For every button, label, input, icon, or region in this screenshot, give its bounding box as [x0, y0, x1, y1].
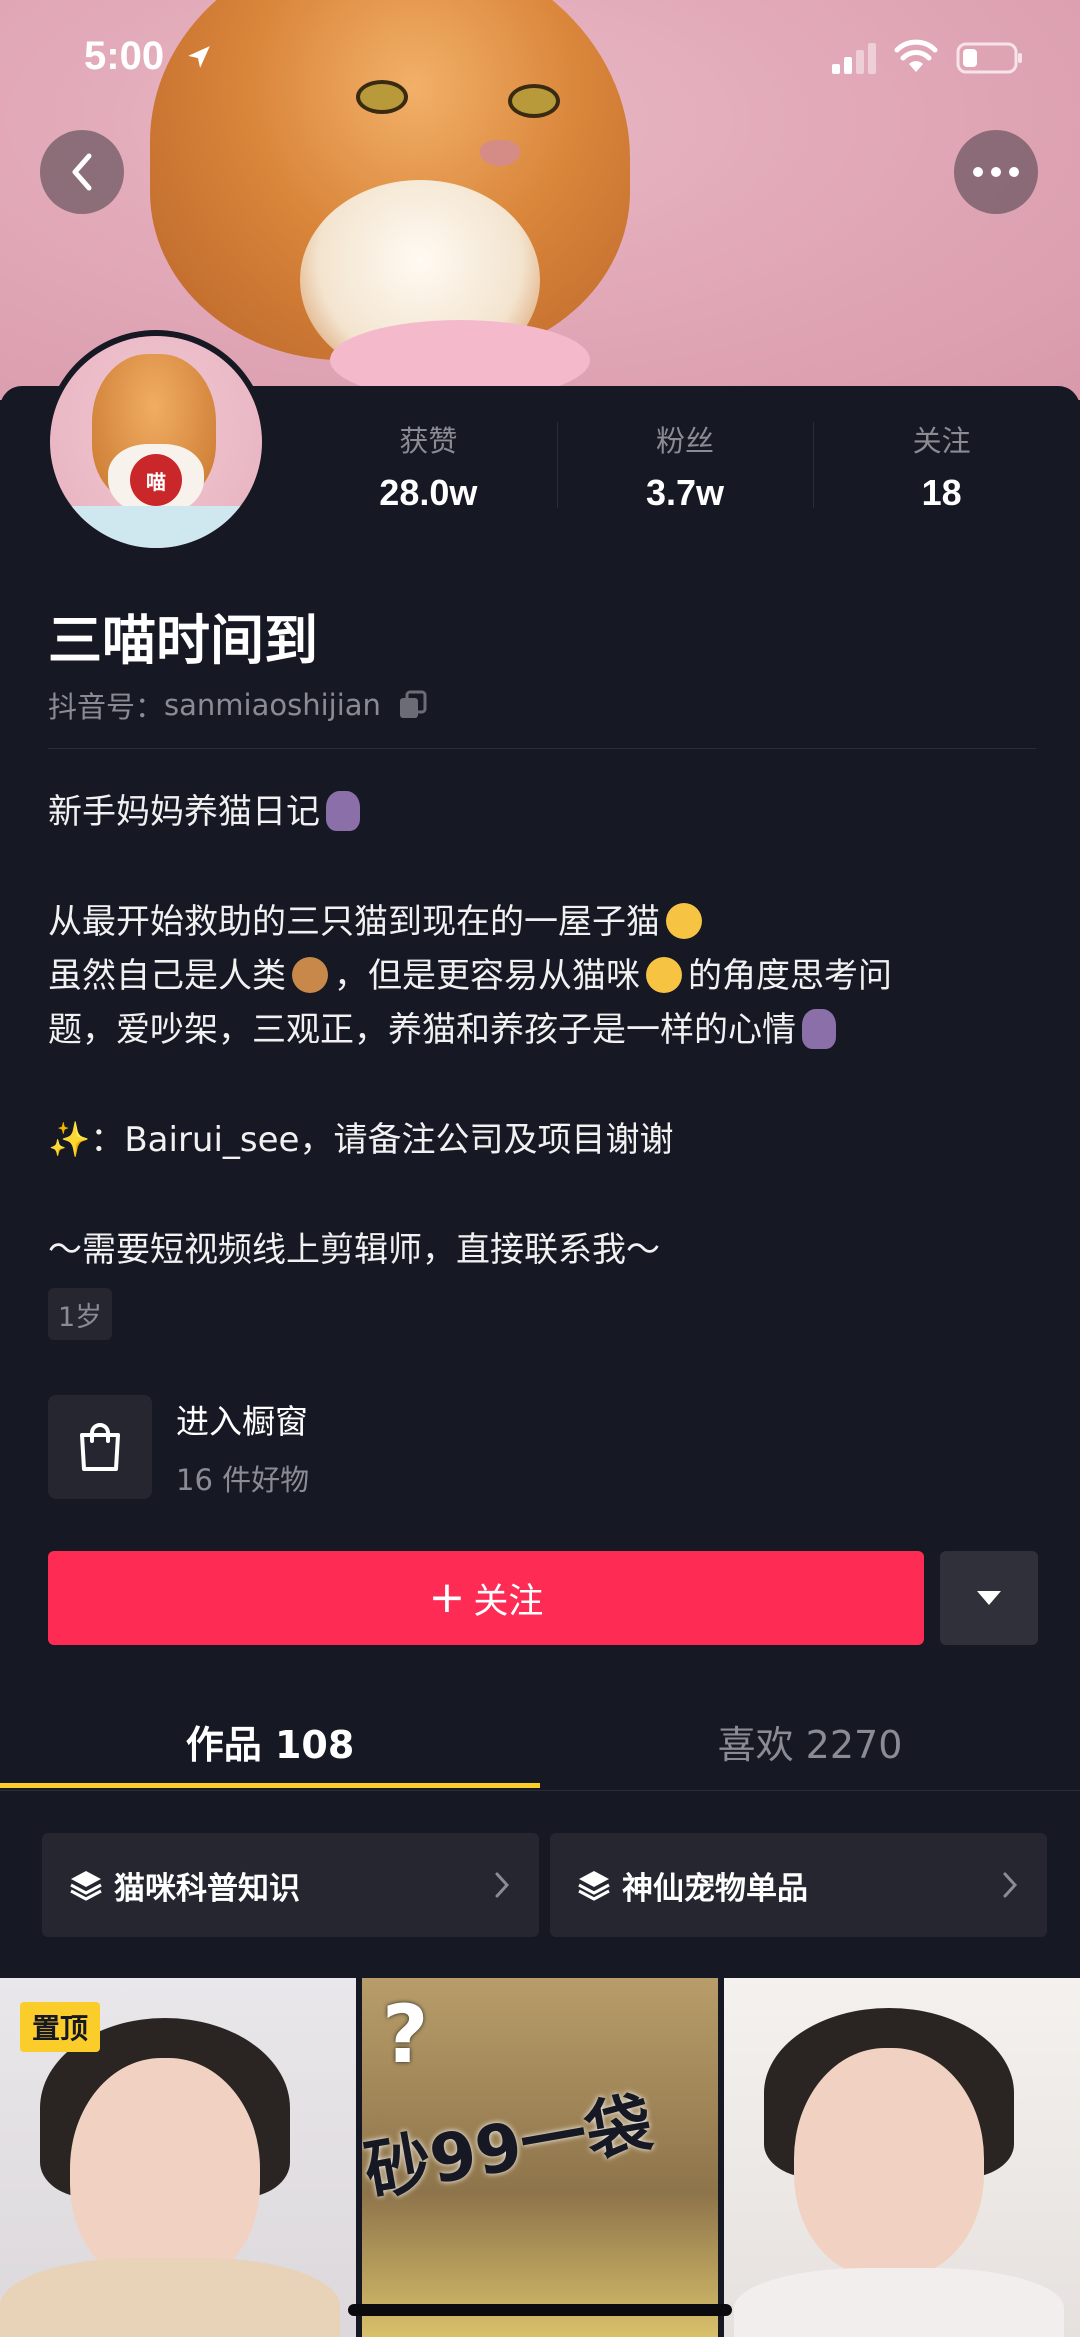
stat-label: 获赞 [399, 424, 458, 458]
plus-icon: + [428, 1572, 466, 1623]
video-grid: 置顶 ? 砂99一袋 [0, 1978, 1080, 2337]
chevron-right-icon [495, 1872, 510, 1898]
stat-label: 关注 [912, 424, 971, 458]
stat-value: 18 [921, 472, 962, 513]
tab-likes[interactable]: 喜欢 2270 [540, 1700, 1080, 1792]
divider [0, 1790, 1080, 1791]
battery-icon [956, 42, 1022, 74]
pinned-badge: 置顶 [20, 2002, 101, 2052]
layers-icon [578, 1871, 610, 1901]
back-button[interactable] [40, 130, 124, 214]
profile-handle: 抖音号： sanmiaoshijian [48, 684, 429, 726]
thumbnail-caption: 砂99一袋 [362, 2084, 658, 2211]
chevron-right-icon [1003, 1872, 1018, 1898]
stat-likes[interactable]: 获赞 28.0w [300, 410, 557, 520]
handle-value: sanmiaoshijian [164, 688, 381, 722]
status-time: 5:00 [84, 34, 165, 78]
sparkles-icon: ✨ [48, 1120, 91, 1160]
avatar-badge: 喵 [130, 454, 182, 506]
copy-icon[interactable] [397, 689, 429, 721]
stat-value: 28.0w [379, 472, 478, 513]
monkey-emoji-icon [292, 957, 328, 993]
collection-label: 神仙宠物单品 [622, 1870, 808, 1907]
tab-works[interactable]: 作品 108 [0, 1700, 540, 1792]
bio-line: ，但是更容易从猫咪 [334, 956, 640, 996]
stat-followers[interactable]: 粉丝 3.7w [556, 410, 814, 520]
age-tag: 1岁 [48, 1288, 113, 1340]
status-bar: 5:00 [0, 0, 1080, 120]
divider [48, 748, 1036, 749]
avatar[interactable]: 喵 [44, 330, 268, 554]
video-thumbnail[interactable]: ? 砂99一袋 [362, 1978, 718, 2337]
layers-icon [70, 1871, 102, 1901]
shop-title: 进入橱窗 [176, 1402, 308, 1441]
person-emoji-icon [326, 791, 360, 831]
collections-row: 猫咪科普知识 神仙宠物单品 [42, 1833, 1047, 1937]
bio-line: 题，爱吵架，三观正，养猫和养孩子是一样的心情 [48, 1010, 796, 1050]
bio-line: 的角度思考问 [688, 956, 892, 996]
stat-value: 3.7w [645, 472, 725, 513]
video-thumbnail[interactable] [724, 1978, 1080, 2337]
thumbnail-mark: ? [382, 1988, 429, 2081]
home-indicator [348, 2304, 732, 2316]
shop-icon-box [48, 1395, 152, 1499]
shop-subtitle: 16 件好物 [176, 1463, 310, 1497]
follow-label: 关注 [473, 1581, 544, 1622]
bio-line: ：Bairui_see，请备注公司及项目谢谢 [90, 1120, 674, 1160]
bio-line: 从最开始救助的三只猫到现在的一屋子猫 [48, 902, 660, 942]
stat-following[interactable]: 关注 18 [813, 410, 1070, 520]
handle-label: 抖音号： [48, 690, 165, 724]
profile-name: 三喵时间到 [48, 609, 318, 672]
person-emoji-icon [802, 1009, 836, 1049]
shopping-bag-icon [80, 1423, 120, 1471]
recommend-dropdown-button[interactable] [940, 1551, 1038, 1645]
stat-label: 粉丝 [656, 424, 715, 458]
collection-pet-products[interactable]: 神仙宠物单品 [550, 1833, 1047, 1937]
location-arrow-icon [188, 46, 210, 68]
chevron-left-icon [72, 153, 92, 191]
collection-label: 猫咪科普知识 [114, 1870, 300, 1907]
bio-line: ～需要短视频线上剪辑师，直接联系我～ [48, 1230, 660, 1270]
cellular-signal-icon [832, 43, 876, 74]
more-dots-icon [973, 167, 1019, 177]
cat-emoji-icon [646, 957, 682, 993]
profile-stats: 获赞 28.0w 粉丝 3.7w 关注 18 [300, 410, 1070, 520]
profile-bio: 新手妈妈养猫日记 从最开始救助的三只猫到现在的一屋子猫 虽然自己是人类 ，但是更容… [48, 785, 1048, 1277]
follow-button[interactable]: + 关注 [48, 1551, 924, 1645]
caret-down-icon [977, 1591, 1001, 1605]
bio-line: 新手妈妈养猫日记 [48, 792, 320, 832]
content-tabs: 作品 108 喜欢 2270 [0, 1700, 1080, 1792]
tab-active-indicator [0, 1783, 540, 1788]
cat-emoji-icon [666, 903, 702, 939]
wifi-icon [894, 39, 938, 72]
collection-cat-science[interactable]: 猫咪科普知识 [42, 1833, 539, 1937]
shop-window-entry[interactable]: 进入橱窗 16 件好物 [48, 1395, 648, 1499]
more-options-button[interactable] [954, 130, 1038, 214]
bio-line: 虽然自己是人类 [48, 956, 286, 996]
video-thumbnail[interactable]: 置顶 [0, 1978, 356, 2337]
